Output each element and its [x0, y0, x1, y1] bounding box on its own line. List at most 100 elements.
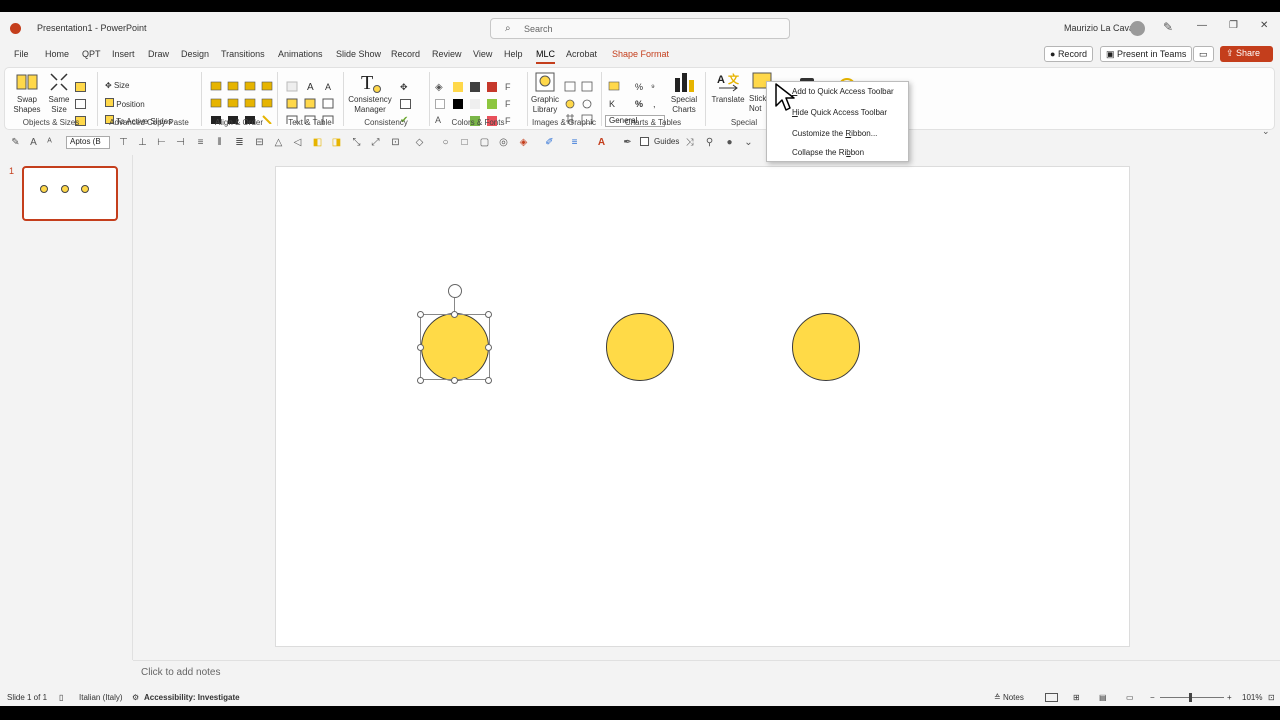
- objects-icon-1[interactable]: [75, 82, 86, 92]
- menu-item-collapse-the-ribbon[interactable]: Collapse the Ribbon: [792, 148, 864, 157]
- slide-sorter-icon[interactable]: ⊞: [1073, 693, 1080, 702]
- resize-handle[interactable]: [451, 377, 458, 384]
- normal-view-icon[interactable]: [1045, 693, 1058, 702]
- circle-shape[interactable]: [606, 313, 674, 381]
- snap-icon[interactable]: ⤨: [684, 137, 695, 148]
- eyedropper-icon[interactable]: ✒: [622, 137, 633, 148]
- accessibility-status[interactable]: Accessibility: Investigate: [144, 693, 240, 702]
- tab-qpt[interactable]: QPT: [82, 49, 101, 59]
- slide-canvas[interactable]: [275, 166, 1130, 647]
- color-swatch-dark-gray[interactable]: [470, 82, 480, 92]
- increase-font-icon[interactable]: A: [28, 137, 39, 148]
- tab-mlc[interactable]: MLC: [536, 49, 556, 64]
- resize-handle[interactable]: [417, 311, 424, 318]
- shape-fill-icon[interactable]: ◈: [518, 137, 529, 148]
- triangle-left-icon[interactable]: ◁: [292, 137, 303, 148]
- comments-button[interactable]: ▭: [1193, 46, 1214, 62]
- pen-icon[interactable]: ✎: [1163, 20, 1173, 34]
- tab-home[interactable]: Home: [45, 49, 69, 59]
- distribute-horizontal-icon[interactable]: ⫴: [214, 137, 225, 148]
- menu-item-add-to-quick-access-toolbar[interactable]: Add to Quick Access Toolbar: [792, 87, 894, 96]
- tab-file[interactable]: File: [14, 49, 29, 59]
- circle-shape[interactable]: [792, 313, 860, 381]
- zoom-out-icon[interactable]: −: [1150, 693, 1155, 702]
- search-input[interactable]: ⌕ Search: [490, 18, 790, 39]
- tab-help[interactable]: Help: [504, 49, 523, 59]
- align-middle-icon[interactable]: ≡: [195, 137, 206, 148]
- share-button[interactable]: ⇪ Share: [1220, 46, 1273, 62]
- align-left-icon[interactable]: ⊢: [156, 137, 167, 148]
- size-button[interactable]: ✥ Size: [105, 81, 130, 90]
- color-swatch-green[interactable]: [487, 99, 497, 109]
- chart-tools-icons[interactable]: % ⁹ K % ,: [607, 80, 663, 110]
- user-name[interactable]: Maurizio La Cava: [1064, 23, 1134, 33]
- tab-design[interactable]: Design: [181, 49, 209, 59]
- menu-item-hide-quick-access-toolbar[interactable]: Hide Quick Access Toolbar: [792, 108, 887, 117]
- swap-shapes-button[interactable]: Swap Shapes: [11, 70, 43, 115]
- graphic-library-button[interactable]: Graphic Library: [529, 70, 561, 115]
- resize-handle[interactable]: [417, 344, 424, 351]
- tab-view[interactable]: View: [473, 49, 492, 59]
- resize-handle[interactable]: [417, 377, 424, 384]
- connector-icon[interactable]: ⤡: [351, 137, 362, 148]
- spelling-icon[interactable]: ▯: [59, 693, 63, 702]
- special-charts-button[interactable]: Special Charts: [667, 70, 701, 115]
- shapes-icon[interactable]: ◇: [414, 137, 425, 148]
- font-icon-2[interactable]: F: [505, 99, 516, 109]
- font-icon-1[interactable]: F: [505, 82, 516, 92]
- slide-thumbnail[interactable]: [22, 166, 118, 221]
- position-button[interactable]: Position: [105, 98, 145, 109]
- triangle-up-icon[interactable]: △: [273, 137, 284, 148]
- color-swatch-black[interactable]: [453, 99, 463, 109]
- restore-button[interactable]: ❐: [1229, 20, 1238, 31]
- objects-icon-2[interactable]: [75, 99, 86, 109]
- rotate-handle-icon[interactable]: [448, 284, 462, 298]
- zoom-in-icon[interactable]: +: [1227, 693, 1232, 702]
- tab-draw[interactable]: Draw: [148, 49, 169, 59]
- zoom-slider[interactable]: [1160, 697, 1224, 698]
- color-swatch-red[interactable]: [487, 82, 497, 92]
- align-top-icon[interactable]: ⊤: [118, 137, 129, 148]
- tab-record[interactable]: Record: [391, 49, 420, 59]
- format-painter-icon[interactable]: ✎: [10, 137, 21, 148]
- tab-slide-show[interactable]: Slide Show: [336, 49, 381, 59]
- paint-bucket-icon[interactable]: ◈: [435, 82, 446, 93]
- consistency-icon-2[interactable]: [400, 99, 411, 109]
- notes-toggle[interactable]: ≙ Notes: [994, 693, 1024, 702]
- tab-insert[interactable]: Insert: [112, 49, 135, 59]
- textbox-icon[interactable]: ⊡: [390, 137, 401, 148]
- present-in-teams-button[interactable]: ▣ Present in Teams: [1100, 46, 1193, 62]
- menu-item-customize-the-ribbon[interactable]: Customize the Ribbon...: [792, 129, 877, 138]
- align-bottom-icon[interactable]: ⊥: [137, 137, 148, 148]
- notes-pane[interactable]: Click to add notes: [133, 660, 1280, 684]
- group-icon[interactable]: ⊟: [254, 137, 265, 148]
- tab-shape-format[interactable]: Shape Format: [612, 49, 669, 59]
- distribute-vertical-icon[interactable]: ≣: [234, 137, 245, 148]
- rectangle-icon[interactable]: □: [459, 137, 470, 148]
- zoom-level[interactable]: 101%: [1242, 693, 1262, 702]
- merge-shapes-icon[interactable]: ◎: [498, 137, 509, 148]
- color-swatch-yellow[interactable]: [453, 82, 463, 92]
- close-button[interactable]: ✕: [1260, 20, 1268, 31]
- send-backward-icon[interactable]: ◨: [331, 137, 342, 148]
- font-name-select[interactable]: Aptos (B: [66, 136, 110, 149]
- color-swatch-light-gray[interactable]: [470, 99, 480, 109]
- reading-view-icon[interactable]: ▤: [1099, 693, 1107, 702]
- consistency-icon-1[interactable]: ✥: [400, 82, 411, 92]
- bring-forward-icon[interactable]: ◧: [312, 137, 323, 148]
- color-swatch-none[interactable]: [435, 99, 445, 109]
- tab-animations[interactable]: Animations: [278, 49, 323, 59]
- elbow-connector-icon[interactable]: ⤢: [370, 137, 381, 148]
- fit-to-window-icon[interactable]: ⊡: [1268, 693, 1275, 702]
- guides-checkbox[interactable]: [640, 137, 649, 146]
- zoom-slider-thumb[interactable]: [1189, 693, 1192, 702]
- resize-handle[interactable]: [451, 311, 458, 318]
- align-right-icon[interactable]: ⊣: [175, 137, 186, 148]
- avatar[interactable]: [1130, 21, 1145, 36]
- shape-outline-icon[interactable]: ✐: [544, 137, 555, 148]
- language-status[interactable]: Italian (Italy): [79, 693, 123, 702]
- font-color-qat-icon[interactable]: A: [596, 137, 607, 148]
- pin-icon[interactable]: ⚲: [704, 137, 715, 148]
- line-weight-icon[interactable]: ≡: [569, 137, 580, 148]
- tab-transitions[interactable]: Transitions: [221, 49, 265, 59]
